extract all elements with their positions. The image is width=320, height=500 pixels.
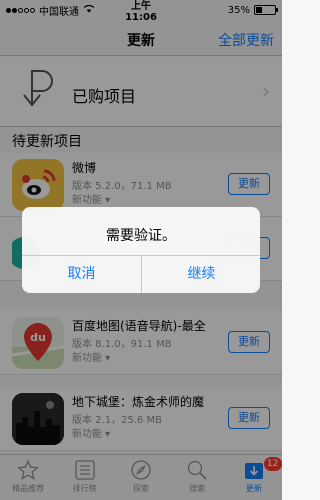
continue-button[interactable]: 继续: [142, 263, 260, 283]
verification-alert: 需要验证。 取消 继续: [22, 207, 260, 293]
cancel-button[interactable]: 取消: [22, 263, 141, 283]
alert-title: 需要验证。: [106, 228, 176, 244]
